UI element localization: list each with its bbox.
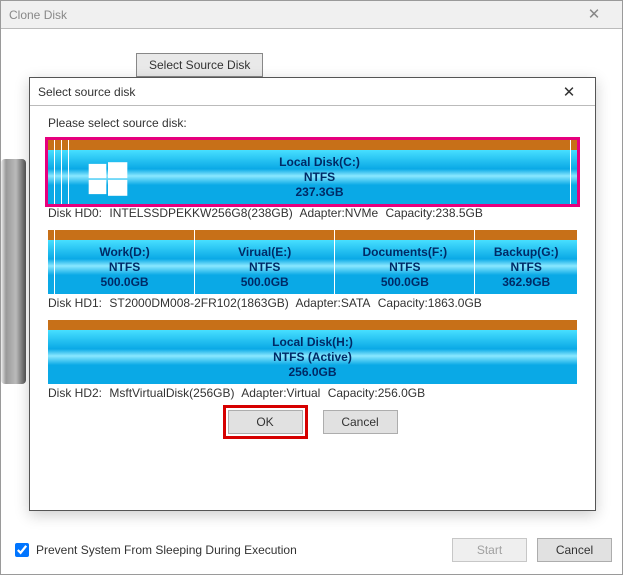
prevent-sleep-checkbox-wrap[interactable]: Prevent System From Sleeping During Exec… [11, 540, 297, 560]
partition-Work(D:)[interactable]: Work(D:)NTFS500.0GB [55, 230, 194, 294]
modal-body: Please select source disk: Local Disk(C:… [30, 106, 595, 444]
disk-row-2[interactable]: Local Disk(H:)NTFS (Active)256.0GB [48, 320, 577, 384]
modal-titlebar: Select source disk ✕ [30, 78, 595, 106]
partition-fs: NTFS (Active) [273, 350, 352, 365]
start-button[interactable]: Start [452, 538, 527, 562]
partition-fs: NTFS [249, 260, 280, 275]
partition-fs: NTFS [389, 260, 420, 275]
disk-block-2: Local Disk(H:)NTFS (Active)256.0GB Disk H… [48, 320, 577, 400]
prevent-sleep-label: Prevent System From Sleeping During Exec… [36, 543, 297, 557]
system-partition[interactable] [48, 140, 54, 204]
partition-Virual(E:)[interactable]: Virual(E:)NTFS500.0GB [195, 230, 334, 294]
partition-Backup(G:)[interactable]: Backup(G:)NTFS362.9GB [475, 230, 577, 294]
partition-fs: NTFS [511, 260, 542, 275]
modal-close-button[interactable]: ✕ [551, 83, 587, 101]
partition-fs: NTFS [304, 170, 335, 185]
partition-name: Virual(E:) [238, 245, 291, 260]
disk-row-1[interactable]: Work(D:)NTFS500.0GBVirual(E:)NTFS500.0GB… [48, 230, 577, 294]
outer-close-button[interactable]: ✕ [574, 1, 614, 29]
system-partition[interactable] [571, 140, 577, 204]
disk-info-prefix: Disk HD2: [48, 386, 102, 400]
partition-size: 500.0GB [381, 275, 429, 290]
partition-name: Backup(G:) [494, 245, 559, 260]
disk-model: ST2000DM008-2FR102(1863GB) [109, 296, 288, 310]
clone-disk-window: Clone Disk ✕ Select Source Disk Prevent … [0, 0, 623, 575]
modal-cancel-button[interactable]: Cancel [323, 410, 398, 434]
system-partition[interactable] [62, 140, 68, 204]
select-source-disk-tab[interactable]: Select Source Disk [136, 53, 263, 77]
disk-capacity: Capacity:238.5GB [385, 206, 482, 220]
modal-title: Select source disk [38, 85, 135, 99]
outer-titlebar: Clone Disk ✕ [1, 1, 622, 29]
partition-name: Local Disk(C:) [279, 155, 360, 170]
partition-size: 256.0GB [288, 365, 336, 380]
partition-name: Local Disk(H:) [272, 335, 353, 350]
partition-size: 500.0GB [241, 275, 289, 290]
partition-size: 500.0GB [101, 275, 149, 290]
system-partition[interactable] [55, 140, 61, 204]
disk-model: INTELSSDPEKKW256G8(238GB) [109, 206, 292, 220]
partition-name: Work(D:) [99, 245, 149, 260]
partition-Documents(F:)[interactable]: Documents(F:)NTFS500.0GB [335, 230, 474, 294]
disk-info-0: Disk HD0: INTELSSDPEKKW256G8(238GB) Adap… [48, 206, 577, 220]
disk-info-1: Disk HD1: ST2000DM008-2FR102(1863GB) Ada… [48, 296, 577, 310]
disk-adapter: Adapter:NVMe [299, 206, 378, 220]
disk-model: MsftVirtualDisk(256GB) [109, 386, 234, 400]
partition-Local Disk(C:)[interactable]: Local Disk(C:)NTFS237.3GB [69, 140, 570, 204]
outer-cancel-button[interactable]: Cancel [537, 538, 612, 562]
disk-capacity: Capacity:256.0GB [328, 386, 425, 400]
disk-info-2: Disk HD2: MsftVirtualDisk(256GB) Adapter… [48, 386, 577, 400]
select-source-disk-dialog: Select source disk ✕ Please select sourc… [29, 77, 596, 511]
disk-info-prefix: Disk HD0: [48, 206, 102, 220]
partition-fs: NTFS [109, 260, 140, 275]
disk-preview-image [1, 159, 26, 384]
disk-block-1: Work(D:)NTFS500.0GBVirual(E:)NTFS500.0GB… [48, 230, 577, 310]
system-partition[interactable] [48, 230, 54, 294]
outer-footer: Prevent System From Sleeping During Exec… [11, 538, 612, 562]
partition-Local Disk(H:)[interactable]: Local Disk(H:)NTFS (Active)256.0GB [48, 320, 577, 384]
disk-row-0[interactable]: Local Disk(C:)NTFS237.3GB [48, 140, 577, 204]
outer-title: Clone Disk [9, 8, 67, 22]
disk-block-0: Local Disk(C:)NTFS237.3GB Disk HD0: INTEL… [48, 140, 577, 220]
partition-name: Documents(F:) [363, 245, 448, 260]
disk-capacity: Capacity:1863.0GB [378, 296, 482, 310]
windows-logo-icon [87, 158, 129, 200]
ok-button[interactable]: OK [228, 410, 303, 434]
partition-size: 362.9GB [502, 275, 550, 290]
disk-adapter: Adapter:SATA [295, 296, 370, 310]
disk-info-prefix: Disk HD1: [48, 296, 102, 310]
prevent-sleep-checkbox[interactable] [15, 543, 29, 557]
partition-size: 237.3GB [295, 185, 343, 200]
disk-adapter: Adapter:Virtual [241, 386, 320, 400]
modal-prompt: Please select source disk: [48, 116, 577, 130]
